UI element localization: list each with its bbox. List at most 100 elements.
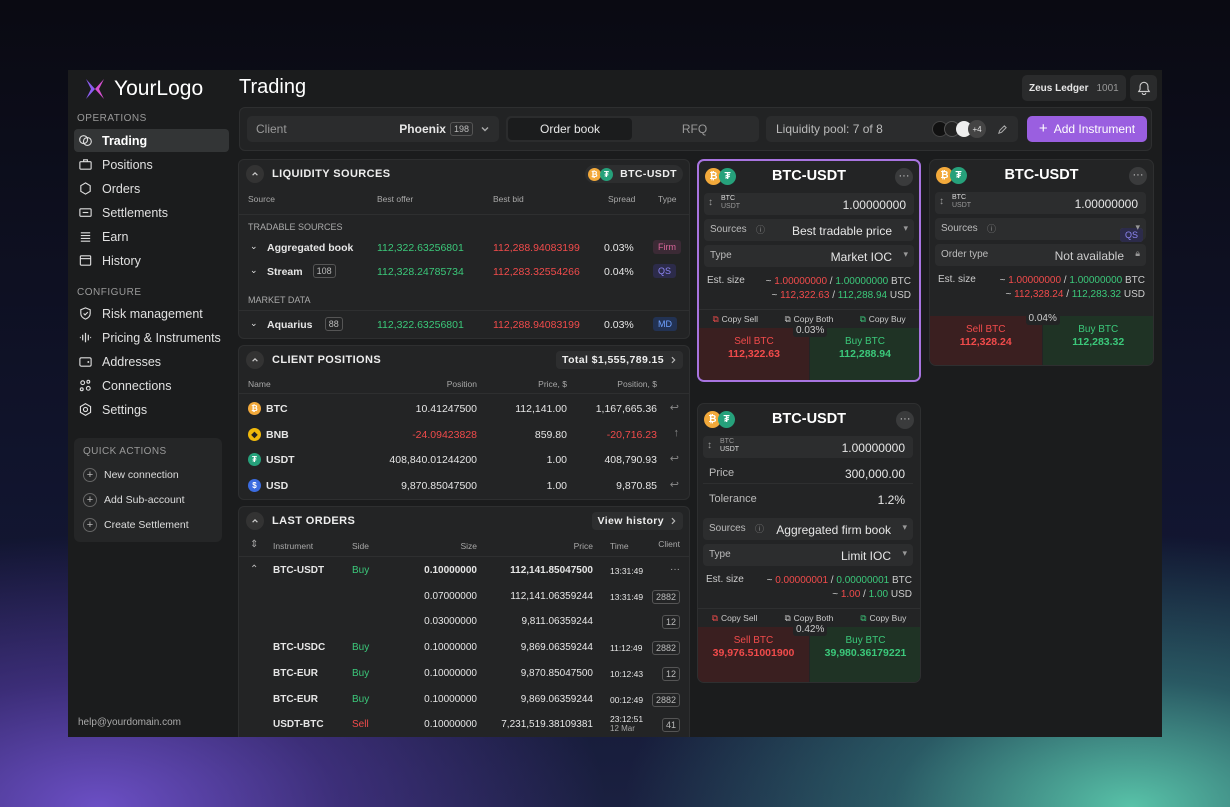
- view-history-button[interactable]: View history: [591, 512, 683, 530]
- sources-select[interactable]: Sources ⓘ Aggregated firm book ▾: [703, 518, 913, 540]
- sidebar-item-earn[interactable]: Earn: [74, 225, 229, 248]
- sell-button[interactable]: Sell BTC 112,322.63: [699, 328, 809, 380]
- order-row[interactable]: BTC-USDC Buy 0.10000000 9,869.06359244 1…: [239, 635, 689, 660]
- quick-action-2[interactable]: + Create Settlement: [83, 518, 213, 532]
- asset-value: 408,790.93: [604, 454, 657, 466]
- chevron-up-icon[interactable]: ⌃: [250, 564, 258, 575]
- collapse-button[interactable]: [246, 351, 264, 369]
- order-row[interactable]: 0.07000000 112,141.06359244 13:31:49 288…: [239, 584, 689, 609]
- chevron-down-icon[interactable]: ⌄: [250, 265, 258, 276]
- liquidity-row[interactable]: ⌄ Aggregated book 112,322.63256801 112,2…: [239, 234, 689, 260]
- tab-order-book[interactable]: Order book: [508, 118, 632, 140]
- order-client: 2882: [651, 589, 680, 604]
- more-options-button[interactable]: ···: [1129, 167, 1147, 185]
- est-quote-unit: USD: [1123, 289, 1145, 300]
- swap-icon[interactable]: ↕: [939, 196, 944, 207]
- sidebar-item-positions[interactable]: Positions: [74, 153, 229, 176]
- chevron-down-icon[interactable]: ⌄: [250, 241, 258, 252]
- col-price: Price: [573, 541, 593, 551]
- chevron-down-icon[interactable]: ⌄: [250, 318, 258, 329]
- liquidity-pool[interactable]: Liquidity pool: 7 of 8 +4: [766, 116, 1018, 142]
- sell-button[interactable]: Sell BTC 39,976.51001900: [698, 627, 809, 682]
- sidebar-item-history[interactable]: History: [74, 249, 229, 272]
- spread-badge: 0.04%: [1025, 312, 1060, 325]
- instrument-chip[interactable]: ₿ ₮ BTC-USDT: [585, 165, 683, 183]
- sidebar-item-orders[interactable]: Orders: [74, 177, 229, 200]
- connections-icon: [79, 379, 91, 392]
- tolerance-field[interactable]: Tolerance 1.2%: [703, 488, 913, 510]
- sources-select[interactable]: Sources ⓘ Best tradable price ▾: [704, 219, 914, 241]
- sidebar-item-connections[interactable]: Connections: [74, 374, 229, 397]
- amount-base: BTC: [720, 438, 734, 445]
- asset-position: -24.09423828: [412, 428, 477, 441]
- buy-button[interactable]: Buy BTC 112,288.94: [810, 328, 919, 380]
- sidebar-item-addresses[interactable]: Addresses: [74, 350, 229, 373]
- swap-icon[interactable]: ↕: [707, 440, 712, 451]
- sidebar-item-trading[interactable]: Trading: [74, 129, 229, 152]
- client-select[interactable]: Client Phoenix 198: [247, 116, 499, 142]
- reply-icon[interactable]: ↩: [670, 478, 679, 491]
- sources-select[interactable]: Sources ⓘ 108QS ▾: [935, 218, 1146, 242]
- copy-sell-button[interactable]: ⧉ Copy Sell: [699, 310, 772, 328]
- sidebar-item-pricing-instruments[interactable]: Pricing & Instruments: [74, 326, 229, 349]
- sidebar-item-settlements[interactable]: Settlements: [74, 201, 229, 224]
- order-row[interactable]: BTC-EUR Buy 0.10000000 9,869.06359244 00…: [239, 687, 689, 712]
- copy-both-label: Copy Both: [793, 314, 834, 324]
- source-name: Stream: [267, 266, 303, 278]
- pool-avatars: +4: [932, 120, 986, 138]
- liquidity-row[interactable]: ⌄ Aquarius 88 112,322.63256801 112,288.9…: [239, 310, 689, 336]
- type-label: Type: [710, 250, 732, 261]
- copy-sell-button[interactable]: ⧉ Copy Sell: [698, 609, 771, 627]
- amount-field[interactable]: ↕ BTC USDT 1.00000000: [704, 193, 914, 215]
- positions-total-button[interactable]: Total $1,555,789.15: [556, 351, 683, 369]
- add-instrument-button[interactable]: + Add Instrument: [1027, 116, 1147, 142]
- position-row[interactable]: ₮ USDT 408,840.01244200 1.00 408,790.93 …: [239, 447, 689, 472]
- order-row[interactable]: USDT-BTC Sell 0.10000000 7,231,519.38109…: [239, 712, 689, 737]
- logo[interactable]: YourLogo: [84, 77, 203, 101]
- sell-button[interactable]: Sell BTC 112,328.24: [930, 316, 1042, 365]
- reply-icon[interactable]: ↩: [670, 401, 679, 414]
- reply-icon[interactable]: ↩: [670, 452, 679, 465]
- info-icon[interactable]: ⓘ: [755, 522, 764, 535]
- pencil-icon[interactable]: [997, 124, 1008, 135]
- order-type-select[interactable]: Type Market IOC ▾: [704, 245, 914, 267]
- expand-all-icon[interactable]: ⇕: [250, 539, 258, 550]
- sidebar-item-risk-management[interactable]: Risk management: [74, 302, 229, 325]
- last-orders-panel: LAST ORDERS View history ⇕ Instrument Si…: [238, 506, 690, 737]
- more-options-button[interactable]: ···: [895, 168, 913, 186]
- copy-buy-button[interactable]: ⧉ Copy Buy: [847, 609, 920, 627]
- buy-button[interactable]: Buy BTC 39,980.36179221: [810, 627, 920, 682]
- order-row[interactable]: 0.03000000 9,811.06359244 12: [239, 609, 689, 634]
- liquidity-row[interactable]: ⌄ Stream 108 112,328.24785734 112,283.32…: [239, 258, 689, 284]
- amount-field[interactable]: ↕ BTC USDT 1.00000000: [703, 436, 913, 458]
- price-field[interactable]: Price 300,000.00: [703, 462, 913, 484]
- position-row[interactable]: ◆ BNB -24.09423828 859.80 -20,716.23 ↑: [239, 422, 689, 447]
- info-icon[interactable]: ⓘ: [987, 222, 996, 235]
- swap-icon[interactable]: ↕: [708, 197, 713, 208]
- more-options-button[interactable]: ···: [896, 411, 914, 429]
- sidebar-item-settings[interactable]: Settings: [74, 398, 229, 421]
- notifications-button[interactable]: [1130, 75, 1157, 101]
- tab-rfq[interactable]: RFQ: [632, 122, 757, 136]
- source-count: 108: [312, 264, 336, 278]
- quick-action-1[interactable]: + Add Sub-account: [83, 493, 213, 507]
- collapse-button[interactable]: [246, 512, 264, 530]
- position-row[interactable]: ₿ BTC 10.41247500 112,141.00 1,167,665.3…: [239, 396, 689, 421]
- position-row[interactable]: $ USD 9,870.85047500 1.00 9,870.85 ↩: [239, 473, 689, 498]
- arrow-up-icon[interactable]: ↑: [674, 427, 680, 439]
- order-row[interactable]: ⌃ BTC-USDT Buy 0.10000000 112,141.850475…: [239, 558, 689, 583]
- order-row[interactable]: BTC-EUR Buy 0.10000000 9,870.85047500 10…: [239, 661, 689, 686]
- operations-label: OPERATIONS: [77, 113, 147, 124]
- amount-field[interactable]: ↕ BTC USDT 1.00000000: [935, 192, 1146, 214]
- copy-sell-label: Copy Sell: [721, 314, 759, 324]
- order-type-select[interactable]: Type Limit IOC ▾: [703, 544, 913, 566]
- user-account[interactable]: Zeus Ledger 1001: [1022, 75, 1126, 101]
- trading-toolbar: Client Phoenix 198 Order book RFQ Liquid…: [239, 107, 1152, 151]
- help-email[interactable]: help@yourdomain.com: [78, 717, 181, 728]
- collapse-button[interactable]: [246, 165, 264, 183]
- copy-buy-button[interactable]: ⧉ Copy Buy: [846, 310, 919, 328]
- info-icon[interactable]: ⓘ: [756, 223, 765, 236]
- buy-price: 112,288.94: [839, 348, 891, 360]
- col-position-usd: Position, $: [617, 379, 657, 389]
- quick-action-0[interactable]: + New connection: [83, 468, 213, 482]
